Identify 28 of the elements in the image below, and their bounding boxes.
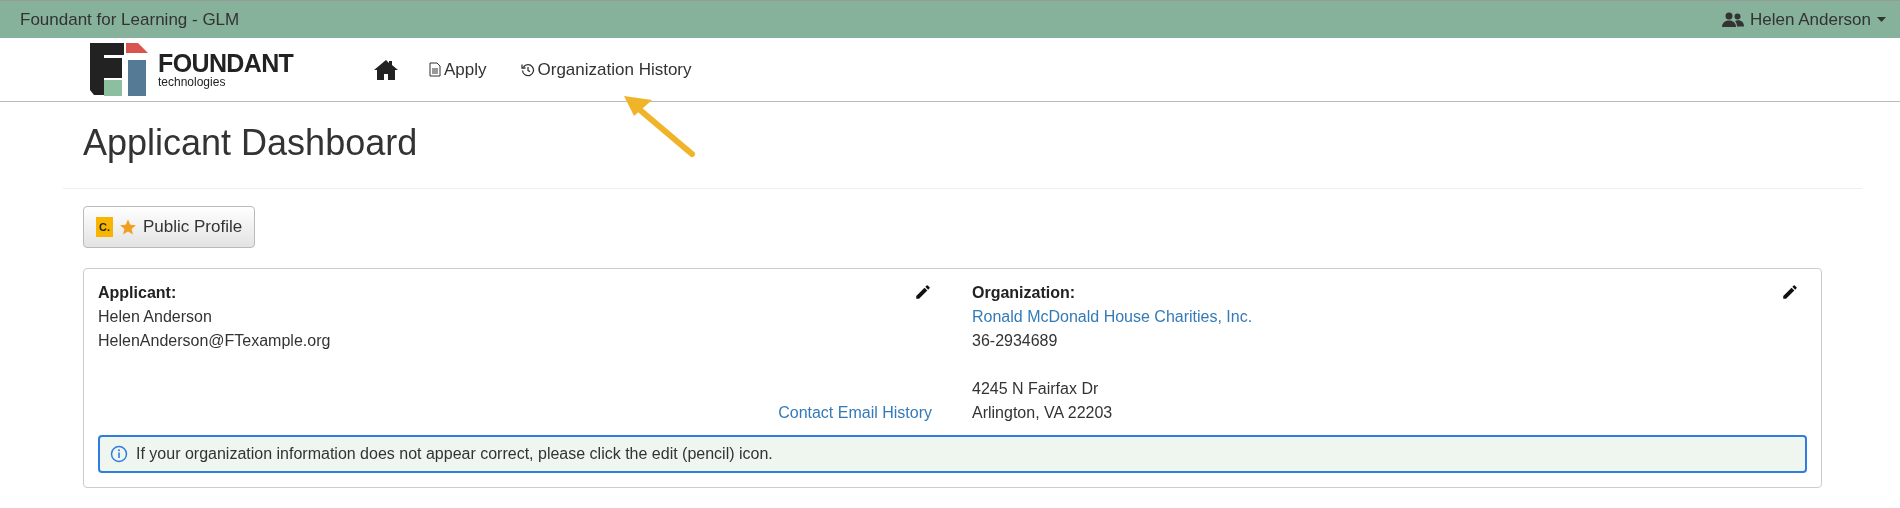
- alert-text: If your organization information does not appear correct, please click the edit (pencil) icon.: [136, 444, 773, 464]
- organization-address: 4245 N Fairfax Dr: [972, 379, 1100, 399]
- organization-ein: 36-2934689: [972, 331, 1059, 351]
- document-icon: [429, 62, 441, 77]
- pencil-icon[interactable]: [1781, 283, 1799, 301]
- logo-name: FOUNDANT: [158, 51, 294, 76]
- nav-link[interactable]: Organization History: [520, 56, 692, 83]
- page-title: Applicant Dashboard: [83, 121, 418, 165]
- nav-link[interactable]: Apply: [429, 56, 487, 83]
- contact-email-history-link[interactable]: Contact Email History: [778, 401, 932, 425]
- organization-city: Arlington, VA 22203: [972, 403, 1114, 423]
- applicant-heading: Applicant:: [98, 283, 178, 303]
- public-profile-button[interactable]: C. Public Profile: [83, 206, 256, 248]
- pencil-icon[interactable]: [914, 283, 932, 301]
- info-icon: [110, 445, 128, 463]
- star-icon: [119, 218, 137, 236]
- app-title: Foundant for Learning - GLM: [20, 8, 240, 31]
- organization-heading: Organization:: [972, 283, 1077, 303]
- organization-link[interactable]: Ronald McDonald House Charities, Inc.: [972, 305, 1253, 329]
- caret-icon: [1877, 16, 1886, 23]
- profile-badge: C.: [96, 216, 113, 238]
- user-menu[interactable]: Helen Anderson: [1722, 6, 1886, 33]
- history-icon: [520, 62, 535, 77]
- applicant-email: HelenAnderson@FTexample.org: [98, 331, 331, 351]
- users-icon: [1722, 11, 1744, 28]
- applicant-name: Helen Anderson: [98, 307, 213, 327]
- logo-tagline: technologies: [158, 76, 227, 88]
- home-icon[interactable]: [373, 58, 399, 81]
